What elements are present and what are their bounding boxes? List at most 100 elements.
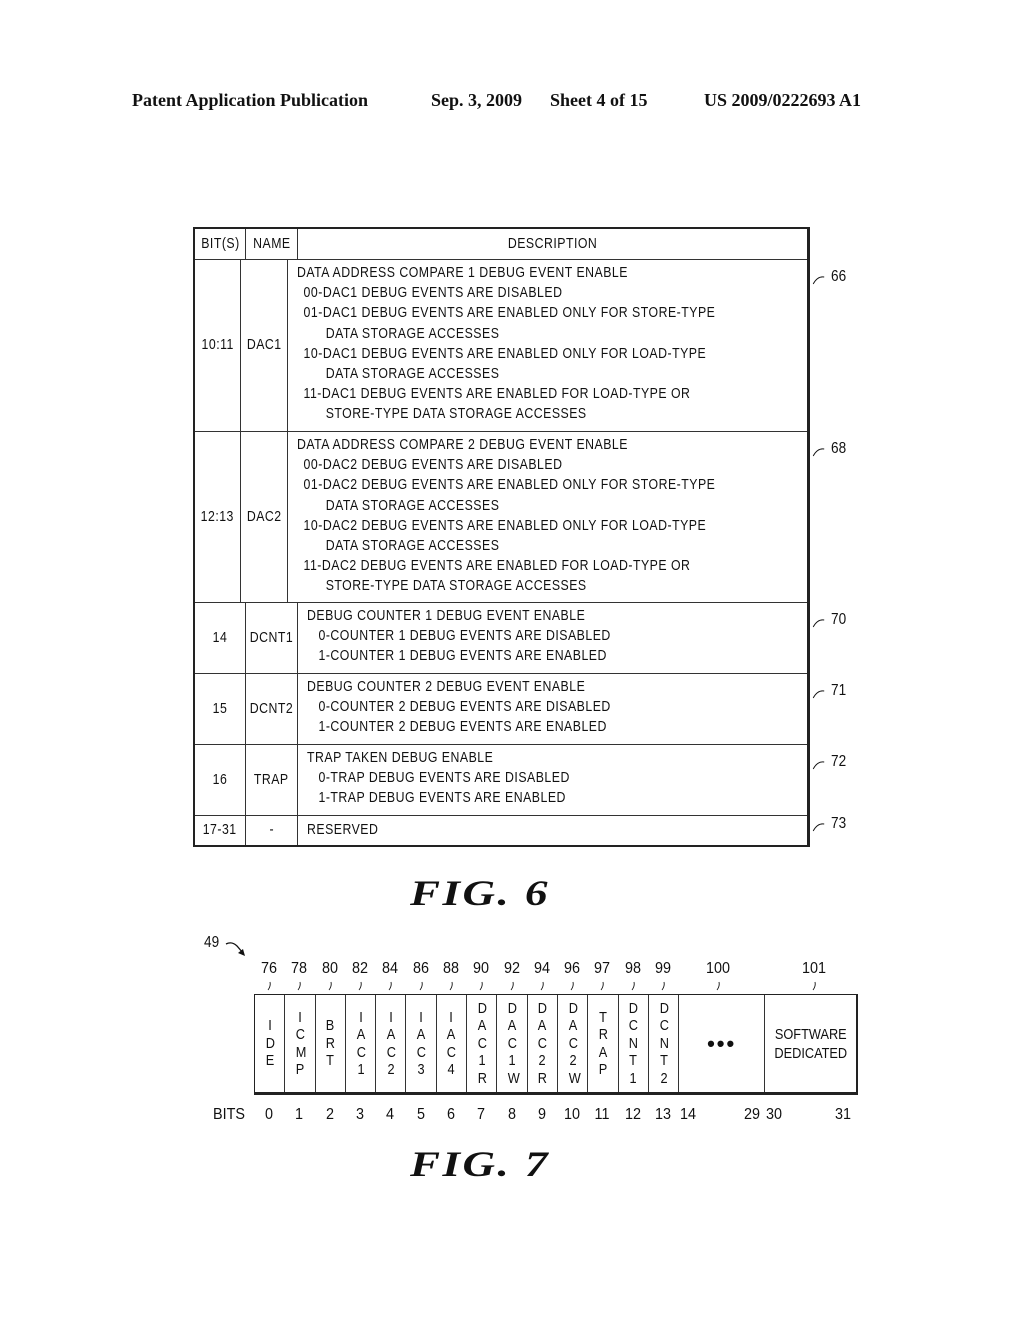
- bit-number: 1: [295, 1106, 304, 1123]
- bit-number: 2: [325, 1106, 334, 1123]
- register-field: TRAP: [588, 995, 619, 1092]
- register-field: DAC2R: [528, 995, 558, 1092]
- description-line: DATA STORAGE ACCESSES: [325, 537, 500, 555]
- leader-tick-icon: [812, 981, 816, 991]
- field-reference-numeral: 97: [594, 960, 611, 977]
- name-cell: DAC1: [246, 336, 282, 354]
- field-label: DAC2R: [538, 999, 548, 1087]
- row-reference-numeral: 66: [812, 268, 846, 286]
- field-reference-numeral: 82: [352, 960, 369, 977]
- row-reference-numeral: 70: [812, 611, 847, 629]
- bit-number: 30: [766, 1106, 783, 1123]
- leader-line-icon: [812, 276, 825, 285]
- description-line: DEBUG COUNTER 2 DEBUG EVENT ENABLE: [307, 678, 586, 695]
- publication-title: Patent Application Publication: [132, 90, 369, 110]
- bits-cell: 17-31: [203, 821, 237, 839]
- bits-cell: 10:11: [201, 336, 234, 354]
- register-field: DCNT2: [649, 995, 680, 1092]
- row-reference-numeral: 73: [812, 815, 847, 833]
- bits-label: BITS: [212, 1106, 246, 1123]
- field-label: DAC1W: [507, 999, 520, 1087]
- register-field: DAC1W: [497, 995, 528, 1092]
- field-reference-numeral: 98: [624, 960, 641, 977]
- description-line: 00-DAC1 DEBUG EVENTS ARE DISABLED: [303, 284, 563, 302]
- register-field: BRT: [316, 995, 346, 1092]
- reference-number: 73: [831, 815, 847, 832]
- field-label: IDE: [265, 1017, 275, 1070]
- leader-tick-icon: [510, 981, 514, 991]
- bit-number: 5: [416, 1106, 425, 1123]
- bit-number: 31: [835, 1106, 852, 1123]
- leader-tick-icon: [388, 981, 393, 991]
- field-reference-numeral: 94: [533, 960, 550, 977]
- leader-line-icon: [812, 823, 825, 832]
- bit-number: 9: [537, 1106, 546, 1123]
- table-row: 12:13 DAC2 DATA ADDRESS COMPARE 2 DEBUG EV…: [195, 431, 807, 602]
- register-field: SOFTWARE DEDICATED: [765, 995, 856, 1092]
- leader-tick-icon: [419, 981, 423, 991]
- description-cell: DATA ADDRESS COMPARE 1 DEBUG EVENT ENABL…: [288, 260, 807, 431]
- field-reference-numeral: 84: [382, 960, 399, 977]
- leader-line-icon: [812, 690, 825, 699]
- register-field: IAC4: [437, 995, 468, 1092]
- bit-number: 6: [446, 1106, 455, 1123]
- leader-tick-icon: [358, 981, 362, 991]
- description-line: 0-COUNTER 2 DEBUG EVENTS ARE DISABLED: [318, 698, 611, 716]
- leader-tick-icon: [449, 981, 453, 991]
- leader-tick-icon: [267, 981, 271, 991]
- description-line: 01-DAC1 DEBUG EVENTS ARE ENABLED ONLY FO…: [303, 304, 716, 322]
- description-line: DATA STORAGE ACCESSES: [325, 365, 500, 383]
- description-line: 1-TRAP DEBUG EVENTS ARE ENABLED: [318, 789, 566, 807]
- table-header-row: BIT(S) NAME DESCRIPTION: [195, 229, 807, 259]
- bit-number: 12: [624, 1106, 641, 1123]
- register-field: ICMP: [285, 995, 316, 1092]
- bits-cell: 12:13: [200, 507, 235, 525]
- name-cell: DCNT2: [249, 699, 294, 717]
- description-line: 11-DAC2 DEBUG EVENTS ARE ENABLED FOR LOA…: [303, 557, 691, 575]
- bit-number: 13: [655, 1106, 672, 1123]
- description-line: DATA STORAGE ACCESSES: [325, 324, 500, 342]
- field-reference-numeral: 78: [291, 960, 308, 977]
- description-cell: DEBUG COUNTER 1 DEBUG EVENT ENABLE 0-COUN…: [298, 603, 807, 673]
- field-label: IAC2: [386, 1008, 396, 1079]
- field-reference-numeral: 88: [442, 960, 459, 977]
- description-line: 11-DAC1 DEBUG EVENTS ARE ENABLED FOR LOA…: [303, 385, 691, 403]
- field-reference-numeral: 99: [655, 960, 672, 977]
- figure-7-caption: FIG. 7: [410, 1144, 551, 1184]
- register-ref-label: 49: [204, 934, 220, 951]
- register-field: DCNT1: [619, 995, 649, 1092]
- reference-number: 68: [831, 440, 847, 457]
- reference-number: 70: [831, 611, 847, 628]
- field-reference-numeral: 101: [802, 960, 827, 977]
- table-row: 10:11 DAC1 DATA ADDRESS COMPARE 1 DEBUG EV…: [195, 259, 807, 431]
- field-reference-numeral: 86: [412, 960, 429, 977]
- field-label: IAC3: [416, 1008, 427, 1079]
- leader-line-icon: [812, 448, 825, 457]
- field-label: BRT: [325, 1017, 336, 1070]
- leader-tick-icon: [661, 981, 665, 991]
- sheet-number: Sheet 4 of 15: [550, 90, 648, 110]
- description-line: 1-COUNTER 1 DEBUG EVENTS ARE ENABLED: [318, 647, 607, 665]
- debug-enable-table: BIT(S) NAME DESCRIPTION 10:11 DAC1 DATA AD…: [193, 227, 810, 847]
- bit-number: 4: [386, 1106, 395, 1123]
- software-dedicated-label: SOFTWARE DEDICATED: [774, 1025, 848, 1062]
- field-label: IAC1: [356, 1008, 366, 1079]
- name-cell: DAC2: [246, 507, 282, 525]
- leader-tick-icon: [716, 981, 720, 991]
- leader-tick-icon: [540, 981, 544, 991]
- bit-number: 8: [507, 1106, 516, 1123]
- leader-tick-icon: [479, 981, 483, 991]
- description-line: 01-DAC2 DEBUG EVENTS ARE ENABLED ONLY FO…: [303, 476, 716, 494]
- field-label: DCNT2: [659, 999, 669, 1087]
- description-line: 0-TRAP DEBUG EVENTS ARE DISABLED: [318, 769, 570, 787]
- leader-line-icon: [812, 761, 825, 770]
- leader-tick-icon: [601, 981, 605, 991]
- description-cell: TRAP TAKEN DEBUG ENABLE 0-TRAP DEBUG EVEN…: [298, 745, 807, 815]
- register-field: IAC2: [376, 995, 407, 1092]
- field-reference-numeral: 100: [706, 960, 731, 977]
- column-header-bits: BIT(S): [200, 234, 240, 252]
- leader-tick-icon: [298, 981, 302, 991]
- register-ref-arrow-icon: [225, 942, 245, 956]
- table-row: 17-31 - RESERVED: [195, 815, 807, 845]
- description-line: DATA STORAGE ACCESSES: [325, 496, 500, 514]
